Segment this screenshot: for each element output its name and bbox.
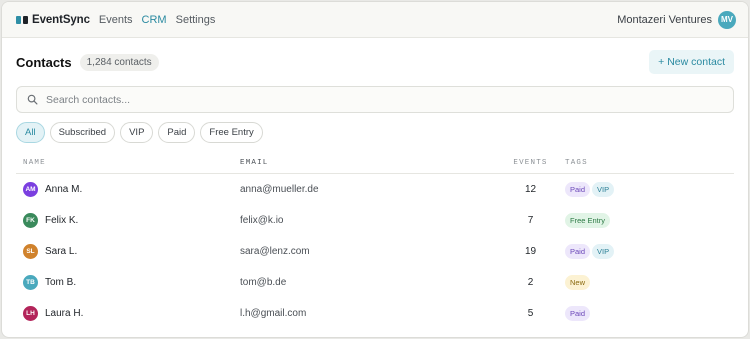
contact-name[interactable]: Tom B. <box>45 277 76 288</box>
filter-free-entry[interactable]: Free Entry <box>200 122 263 143</box>
org-name[interactable]: Montazeri Ventures <box>617 14 712 26</box>
tags-cell: Paid VIP <box>565 174 734 205</box>
contact-email: anna@mueller.de <box>240 183 319 195</box>
contact-email: sara@lenz.com <box>240 245 310 257</box>
tag-badge: Paid <box>565 305 591 321</box>
table-row[interactable]: SL Sara L. sara@lenz.com 19 Paid VIP <box>16 236 734 267</box>
events-count: 5 <box>527 307 534 319</box>
tags-cell: Paid VIP <box>565 236 734 267</box>
search-icon <box>27 94 38 105</box>
filter-paid[interactable]: Paid <box>158 122 196 143</box>
tag-badge: VIP <box>592 243 615 259</box>
table-row[interactable]: LH Laura H. l.h@gmail.com 5 Paid <box>16 298 734 329</box>
tag-badge: Paid <box>565 181 591 197</box>
filter-all[interactable]: All <box>16 122 45 143</box>
events-count: 19 <box>524 245 537 257</box>
contacts-table: NAME EMAIL EVENTS TAGS AM Anna M. anna@mue… <box>16 159 734 329</box>
filter-vip[interactable]: VIP <box>120 122 154 143</box>
contact-name[interactable]: Anna M. <box>45 184 82 195</box>
avatar: FK <box>23 212 38 228</box>
nav-link-crm[interactable]: CRM <box>142 14 167 26</box>
contact-email: l.h@gmail.com <box>240 307 307 319</box>
page-title: Contacts <box>16 54 72 70</box>
org-avatar[interactable]: MV <box>718 10 736 29</box>
column-header-events[interactable]: EVENTS <box>496 159 565 174</box>
column-header-email[interactable]: EMAIL <box>240 159 496 174</box>
events-count: 12 <box>524 183 537 195</box>
nav-link-settings[interactable]: Settings <box>176 14 216 26</box>
column-header-name[interactable]: NAME <box>16 159 240 174</box>
page-header: Contacts 1,284 contacts + New contact <box>2 38 748 86</box>
contact-email: tom@b.de <box>240 276 287 288</box>
contact-name[interactable]: Sara L. <box>45 246 77 257</box>
tag-badge: Paid <box>565 243 591 259</box>
name-cell: SL Sara L. <box>16 236 240 267</box>
app-window: EventSync Events CRM Settings Montazeri … <box>1 1 749 338</box>
logo-icon <box>16 15 28 24</box>
name-cell: FK Felix K. <box>16 205 240 236</box>
search-bar[interactable] <box>16 86 734 113</box>
name-cell: LH Laura H. <box>16 298 240 329</box>
contact-email: felix@k.io <box>240 214 284 226</box>
name-cell: AM Anna M. <box>16 174 240 205</box>
contact-name[interactable]: Felix K. <box>45 215 78 226</box>
nav-link-events[interactable]: Events <box>99 14 133 26</box>
contact-count-badge: 1,284 contacts <box>79 53 159 71</box>
tag-badge: Free Entry <box>565 212 611 228</box>
events-count: 2 <box>527 276 534 288</box>
filter-subscribed[interactable]: Subscribed <box>49 122 116 143</box>
events-count: 7 <box>527 214 534 226</box>
avatar: LH <box>23 305 38 321</box>
table-row[interactable]: AM Anna M. anna@mueller.de 12 Paid VIP <box>16 174 734 205</box>
contact-name[interactable]: Laura H. <box>45 308 83 319</box>
table-row[interactable]: FK Felix K. felix@k.io 7 Free Entry <box>16 205 734 236</box>
search-input[interactable] <box>46 93 723 106</box>
avatar: SL <box>23 243 38 259</box>
column-header-tags[interactable]: TAGS <box>565 159 734 174</box>
table-row[interactable]: TB Tom B. tom@b.de 2 New <box>16 267 734 298</box>
tags-cell: Paid <box>565 298 734 329</box>
top-nav: EventSync Events CRM Settings Montazeri … <box>2 2 748 38</box>
avatar: TB <box>23 274 38 290</box>
table-header-row: NAME EMAIL EVENTS TAGS <box>16 159 734 174</box>
filter-chips: All Subscribed VIP Paid Free Entry <box>2 113 748 143</box>
tags-cell: Free Entry <box>565 205 734 236</box>
tags-cell: New <box>565 267 734 298</box>
avatar: AM <box>23 181 38 197</box>
tag-badge: VIP <box>592 181 615 197</box>
tag-badge: New <box>565 274 591 290</box>
name-cell: TB Tom B. <box>16 267 240 298</box>
new-contact-button[interactable]: + New contact <box>649 50 734 74</box>
brand-name[interactable]: EventSync <box>32 14 90 26</box>
